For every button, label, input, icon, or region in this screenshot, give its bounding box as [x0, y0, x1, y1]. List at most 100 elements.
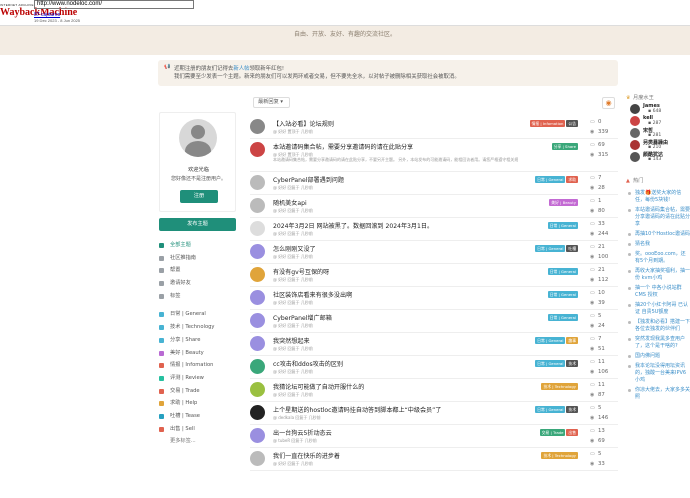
topic-tag[interactable]: 技术: [566, 406, 578, 413]
topic-author-avatar[interactable]: [250, 405, 265, 420]
topic-row[interactable]: 【入站必看】论坛规则 @ 好好 置顶于 几秒前 情报 | Infomation 公告 ▭…: [250, 116, 618, 139]
hot-topic-link[interactable]: 再收大家抽奖福利，抽一份 kvm小鸡: [626, 268, 690, 282]
topic-row[interactable]: 出一台狗云5折动态云 @ tubeR 回复于 几秒前 交易 | Trade 出售 ▭ 13…: [250, 425, 618, 448]
hot-topic-title[interactable]: 【独发和必看】搭建一下各位去独发的伙伴们: [635, 319, 690, 332]
hot-topic-title[interactable]: 抽20个小红卡阿哥 已认证 自贵5U额度: [635, 302, 688, 315]
topic-tag[interactable]: 日常 | General: [547, 314, 578, 321]
hot-topic-link[interactable]: 突然发现我黑多查用户了，这个是干啥的?: [626, 336, 690, 350]
nav-tag-item[interactable]: 情报 | Infomation: [159, 359, 239, 372]
ranking-avatar[interactable]: [630, 116, 640, 126]
nav-tag-item[interactable]: 求助 | Help: [159, 397, 239, 410]
topic-tag[interactable]: 趣事: [566, 337, 578, 344]
topic-tag[interactable]: 交易 | Trade: [539, 429, 566, 436]
topic-tag[interactable]: 日常 | General: [547, 268, 578, 275]
topic-tag[interactable]: 美好 | Beauty: [549, 199, 578, 206]
topic-title[interactable]: 上个星期送的hostloc邀请码挂自动答到脚本都上“中级会员”了: [273, 405, 441, 414]
topic-row[interactable]: cc攻击和ddos攻击的区别 @ 好好 回复于 几秒前 日常 | General 技术…: [250, 356, 618, 379]
hot-topic-link[interactable]: 抽一个 中各小说站群 CMS 授权: [626, 285, 690, 299]
topic-tag[interactable]: 吐槽: [566, 245, 578, 252]
hot-topic-link[interactable]: 国内佛问题: [626, 353, 690, 360]
topic-row[interactable]: CyberPanel部署遇到问题 @ 好好 回复于 几秒前 日常 | General…: [250, 172, 618, 195]
topic-row[interactable]: 我猜论坛可能做了自动开服什么的 @ 好好 回复于 几秒前 技术 | Technolo…: [250, 379, 618, 402]
topic-author-avatar[interactable]: [250, 221, 265, 236]
topic-tag[interactable]: 日常 | General: [535, 245, 566, 252]
hot-topic-title[interactable]: 独发🎁送奖大家的信任，每份5块钱!: [635, 190, 681, 203]
topic-title[interactable]: cc攻击和ddos攻击的区别: [273, 359, 343, 368]
nav-item[interactable]: 帮置: [159, 264, 239, 277]
more-tags-link[interactable]: 更多标签...: [159, 435, 239, 448]
new-topic-button[interactable]: 发布主题: [159, 218, 236, 231]
topic-row[interactable]: 我突然想起来 @ 好好 回复于 几秒前 日常 | General 趣事 ▭ 7 ◉ 51: [250, 333, 618, 356]
hot-topic-title[interactable]: 抽一个 中各小说站群 CMS 授权: [635, 285, 682, 298]
nav-tag-item[interactable]: 美好 | Beauty: [159, 347, 239, 360]
topic-tag[interactable]: 情报 | Infomation: [529, 120, 566, 127]
hot-topic-title[interactable]: 突然发现我黑多查用户了，这个是干啥的?: [635, 336, 685, 349]
nav-tag-item[interactable]: 出售 | Sell: [159, 423, 239, 436]
wayback-url-input[interactable]: http://www.nodeloc.com/: [34, 0, 194, 9]
topic-author-avatar[interactable]: [250, 336, 265, 351]
nav-tag-item[interactable]: 分享 | Share: [159, 334, 239, 347]
topic-title[interactable]: 有没有gv号互保的呀: [273, 267, 329, 276]
topic-tag[interactable]: 出售: [566, 429, 578, 436]
hot-topic-title[interactable]: 你凉大佬去，大家多多关照: [635, 387, 690, 400]
topic-tag[interactable]: 技术: [566, 360, 578, 367]
ranking-user[interactable]: 另类暴躁由 ▪ 210: [626, 139, 690, 151]
topic-author-avatar[interactable]: [250, 119, 265, 134]
topic-title[interactable]: 2024年3月2日 网站被黑了。数据回滚到 2024年3月1日。: [273, 221, 433, 230]
ranking-avatar[interactable]: [630, 104, 640, 114]
topic-title[interactable]: 我们一直在快乐的进步着: [273, 451, 340, 460]
ranking-user[interactable]: 宋哲 ▪ 281: [626, 127, 690, 139]
hot-topic-link[interactable]: 你凉大佬去，大家多多关照: [626, 387, 690, 401]
nav-tag-item[interactable]: 日常 | General: [159, 308, 239, 321]
topic-tag[interactable]: 技术 | Technology: [541, 383, 578, 390]
topic-title[interactable]: 随机美女api: [273, 198, 307, 207]
topic-title[interactable]: 社区装饰店看来有很多没出啊: [273, 290, 352, 299]
nav-tag-item[interactable]: 技术 | Technology: [159, 321, 239, 334]
topic-row[interactable]: 社区装饰店看来有很多没出啊 @ 好好 回复于 几秒前 日常 | General ▭ 10…: [250, 287, 618, 310]
topic-tag[interactable]: 分享 | Share: [551, 143, 578, 150]
topic-title[interactable]: 出一台狗云5折动态云: [273, 428, 332, 437]
ranking-user[interactable]: James ▪ 648: [626, 103, 690, 115]
topic-title[interactable]: 我猜论坛可能做了自动开服什么的: [273, 382, 364, 391]
hot-topic-link[interactable]: 独发🎁送奖大家的信任，每份5块钱!: [626, 190, 690, 204]
topic-author-avatar[interactable]: [250, 428, 265, 443]
hot-topic-title[interactable]: 本站邀请码集合帖，需要分享邀请码的请在此贴分享: [635, 207, 690, 227]
hot-topic-title[interactable]: 再收大家抽奖福利，抽一份 kvm小鸡: [635, 268, 690, 281]
topic-row[interactable]: 2024年3月2日 网站被黑了。数据回滚到 2024年3月1日。 @ 好好 回复于…: [250, 218, 618, 241]
topic-title[interactable]: CyberPanel增广邮箱: [273, 313, 332, 322]
hot-topic-link[interactable]: 本站邀请码集合帖，需要分享邀请码的请在此贴分享: [626, 207, 690, 228]
nav-item[interactable]: 社区推指南: [159, 252, 239, 265]
topic-author-avatar[interactable]: [250, 313, 265, 328]
ranking-avatar[interactable]: [630, 152, 640, 162]
hot-topic-link[interactable]: 我本论坛没得用坛资讯的，独酸一台美来IPV6小鸡: [626, 363, 690, 384]
topic-row[interactable]: 怎么刚刚又没了 @ 好好 回复于 几秒前 日常 | General 吐槽 ▭ 21 ◉ 100: [250, 241, 618, 264]
topic-tag[interactable]: 日常 | General: [535, 337, 566, 344]
topic-tag[interactable]: 求助: [566, 176, 578, 183]
sort-dropdown[interactable]: 最新回复 ▾: [253, 97, 290, 108]
topic-author-avatar[interactable]: [250, 244, 265, 259]
topic-row[interactable]: 我们一直在快乐的进步着 @ 好好 回复于 几秒前 技术 | Technology ▭ 5…: [250, 448, 618, 471]
topic-author-avatar[interactable]: [250, 198, 265, 213]
nav-item[interactable]: 邀请好友: [159, 277, 239, 290]
topic-author-avatar[interactable]: [250, 451, 265, 466]
topic-author-avatar[interactable]: [250, 359, 265, 374]
topic-author-avatar[interactable]: [250, 382, 265, 397]
hot-topic-link[interactable]: 抽20个小红卡阿哥 已认证 自贵5U额度: [626, 302, 690, 316]
hot-topic-title[interactable]: 国内佛问题: [635, 353, 660, 359]
topic-title[interactable]: 【入站必看】论坛规则: [273, 119, 334, 128]
topic-row[interactable]: 有没有gv号互保的呀 @ 好好 回复于 几秒前 日常 | General ▭ 21 ◉ 11…: [250, 264, 618, 287]
wayback-logo[interactable]: INTERNET ARCHIVE WaybackMachine: [0, 3, 77, 23]
topic-row[interactable]: 本站邀请码集合帖，需要分享邀请码的请在此贴分享 @ 好好 置顶于 几秒前 本站邀请码…: [250, 139, 618, 172]
ranking-user[interactable]: 颜酷犹达 ▪ 143: [626, 151, 690, 163]
topic-author-avatar[interactable]: [250, 267, 265, 282]
rss-icon[interactable]: ◉: [602, 97, 615, 109]
topic-title[interactable]: 怎么刚刚又没了: [273, 244, 316, 253]
register-button[interactable]: 注册: [180, 190, 218, 203]
topic-tag[interactable]: 公告: [566, 120, 578, 127]
topic-tag[interactable]: 技术 | Technology: [541, 452, 578, 459]
topic-title[interactable]: 本站邀请码集合帖，需要分享邀请码的请在此贴分享: [273, 142, 413, 151]
topic-row[interactable]: 上个星期送的hostloc邀请码挂自动答到脚本都上“中级会员”了 @ dedkal…: [250, 402, 618, 425]
topic-title[interactable]: CyberPanel部署遇到问题: [273, 175, 344, 184]
ranking-user[interactable]: kell ▪ 287: [626, 115, 690, 127]
hot-topic-title[interactable]: 奖。oooEoo.com，还有5个月到期。: [635, 251, 686, 264]
